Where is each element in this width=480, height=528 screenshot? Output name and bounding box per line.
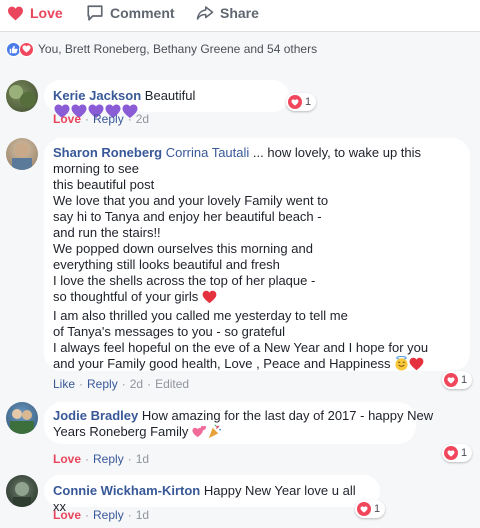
like-link[interactable]: Like (53, 377, 75, 391)
edited-label[interactable]: Edited (155, 377, 189, 391)
comment-text: Beautiful (144, 88, 196, 103)
avatar[interactable] (6, 80, 38, 112)
reaction-count: 1 (374, 503, 381, 515)
red-heart-icon (202, 290, 217, 308)
comment-time[interactable]: 1d (136, 452, 149, 466)
comment-bubble: Kerie Jackson Beautiful (44, 80, 289, 118)
love-link[interactable]: Love (53, 112, 81, 126)
comment-text-line: We popped down ourselves this morning an… (53, 241, 313, 256)
comment-text-line: ... how lovely, to wake up this (252, 145, 422, 160)
love-badge-icon (444, 446, 458, 460)
comment-text-line: I am also thrilled you called me yesterd… (53, 308, 348, 323)
comment-button-label: Comment (110, 5, 175, 21)
comment-text-line: I always feel hopeful on the eve of a Ne… (53, 340, 429, 355)
reply-link[interactable]: Reply (93, 452, 124, 466)
reaction-count: 1 (461, 374, 468, 386)
comment-author[interactable]: Kerie Jackson (53, 88, 141, 103)
comment-time[interactable]: 1d (136, 508, 149, 522)
reaction-count-badge[interactable]: 1 (442, 444, 473, 462)
comment-text-line: How amazing for the last day of 2017 - h… (141, 408, 434, 423)
share-icon (196, 4, 214, 22)
comment-text-line: say hi to Tanya and enjoy her beautiful … (53, 209, 322, 224)
hearts-emoji-icon (192, 424, 207, 443)
comment-text-line: so thoughtful of your girls (53, 289, 199, 304)
party-emoji-icon (207, 424, 222, 443)
reaction-count-badge[interactable]: 1 (286, 93, 317, 111)
angel-emoji-icon (394, 355, 409, 375)
love-link[interactable]: Love (53, 452, 81, 466)
comment-text-line: and run the stairs!! (53, 225, 161, 240)
comment-text-line: I love the shells across the top of her … (53, 273, 316, 288)
tagged-user-link[interactable]: Corrina Tautali (166, 145, 250, 160)
reply-link[interactable]: Reply (87, 377, 118, 391)
avatar[interactable] (6, 138, 38, 170)
reply-link[interactable]: Reply (93, 112, 124, 126)
comment-meta: Love · Reply · 1d (53, 452, 150, 466)
comment-author[interactable]: Jodie Bradley (53, 408, 138, 423)
reaction-count-badge[interactable]: 1 (355, 500, 386, 518)
comment-button[interactable]: Comment (86, 2, 175, 24)
reaction-count: 1 (461, 447, 468, 459)
share-button-label: Share (220, 5, 259, 21)
comment-bubble: Jodie Bradley How amazing for the last d… (44, 402, 433, 444)
comment-text-line: this beautiful post (53, 177, 155, 192)
comment-icon (86, 4, 104, 22)
love-badge-icon (288, 95, 302, 109)
comment-meta: Like · Reply · 2d · Edited (53, 377, 190, 391)
comment-text-line: of Tanya's messages to you - so grateful (53, 324, 286, 339)
comment-time[interactable]: 2d (136, 112, 149, 126)
comment-author[interactable]: Connie Wickham-Kirton (53, 483, 200, 498)
red-heart-icon (409, 357, 424, 375)
comment-meta: Love · Reply · 1d (53, 508, 150, 522)
avatar[interactable] (6, 402, 38, 434)
comment-text-line: Years Roneberg Family (53, 424, 189, 439)
love-link[interactable]: Love (53, 508, 81, 522)
comment-meta: Love · Reply · 2d (53, 112, 150, 126)
comment-text-line: and your Family good health, Love , Peac… (53, 356, 391, 371)
heart-icon (7, 6, 24, 21)
comment-bubble: Connie Wickham-Kirton Happy New Year lov… (44, 475, 380, 514)
comment-text-line: morning to see (53, 161, 139, 176)
love-badge-icon (444, 373, 458, 387)
comment-text-line: We love that you and your lovely Family … (53, 193, 329, 208)
avatar[interactable] (6, 475, 38, 507)
love-badge-icon (19, 41, 34, 57)
comment-author[interactable]: Sharon Roneberg (53, 145, 162, 160)
share-button[interactable]: Share (196, 2, 259, 24)
comment-bubble: Sharon Roneberg Corrina Tautali ... how … (44, 138, 470, 371)
comment-time[interactable]: 2d (130, 377, 143, 391)
love-button[interactable]: Love (7, 2, 63, 24)
reaction-count: 1 (305, 96, 312, 108)
reactions-summary[interactable]: You, Brett Roneberg, Bethany Greene and … (0, 32, 480, 66)
reply-link[interactable]: Reply (93, 508, 124, 522)
comment-text-line: everything still looks beautiful and fre… (53, 257, 280, 272)
post-action-bar: Love Comment Share (0, 0, 480, 32)
love-button-label: Love (30, 5, 63, 21)
reactions-summary-text[interactable]: You, Brett Roneberg, Bethany Greene and … (38, 42, 317, 56)
reaction-count-badge[interactable]: 1 (442, 371, 473, 389)
love-badge-icon (357, 502, 371, 516)
